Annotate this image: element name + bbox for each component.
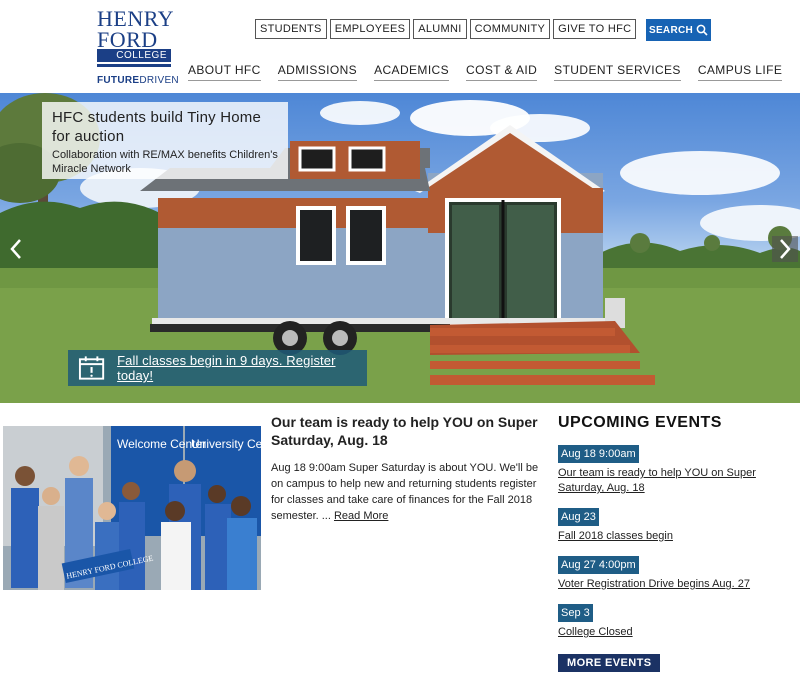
event-date: Aug 23 xyxy=(558,508,599,526)
event-item: Aug 27 4:00pm Voter Registration Drive b… xyxy=(558,553,798,592)
logo-line-college: COLLEGE xyxy=(97,49,171,62)
event-title-link[interactable]: College Closed xyxy=(558,625,798,640)
audience-link-community[interactable]: COMMUNITY xyxy=(469,19,551,39)
event-title-link[interactable]: Fall 2018 classes begin xyxy=(558,529,798,544)
story-text: Aug 18 9:00am Super Saturday is about YO… xyxy=(271,462,539,522)
audience-link-students[interactable]: STUDENTS xyxy=(255,19,327,39)
read-more-link[interactable]: Read More xyxy=(334,510,388,522)
nav-about[interactable]: ABOUT HFC xyxy=(188,63,261,81)
audience-nav: STUDENTS EMPLOYEES ALUMNI COMMUNITY GIVE… xyxy=(255,19,637,39)
event-date: Sep 3 xyxy=(558,604,593,622)
event-date: Aug 18 9:00am xyxy=(558,445,639,463)
hero-prev-button[interactable] xyxy=(3,236,29,262)
event-item: Aug 23 Fall 2018 classes begin xyxy=(558,505,798,544)
search-icon xyxy=(696,24,708,36)
hero-subtitle: Collaboration with RE/MAX benefits Child… xyxy=(52,149,278,175)
event-item: Sep 3 College Closed xyxy=(558,601,798,640)
events-heading: UPCOMING EVENTS xyxy=(558,414,722,431)
main-nav: ABOUT HFC ADMISSIONS ACADEMICS COST & AI… xyxy=(188,63,799,81)
event-item: Aug 18 9:00am Our team is ready to help … xyxy=(558,442,798,496)
audience-link-give[interactable]: GIVE TO HFC xyxy=(553,19,637,39)
chevron-right-icon xyxy=(780,239,791,259)
event-date: Aug 27 4:00pm xyxy=(558,556,639,574)
photo-sign-university: University Center xyxy=(191,437,261,451)
story-body: Aug 18 9:00am Super Saturday is about YO… xyxy=(271,460,546,524)
nav-student-services[interactable]: STUDENT SERVICES xyxy=(554,63,681,81)
search-button[interactable]: SEARCH xyxy=(646,19,711,41)
hero-title[interactable]: HFC students build Tiny Home for auction xyxy=(52,108,278,146)
audience-link-alumni[interactable]: ALUMNI xyxy=(413,19,467,39)
hero-caption[interactable]: HFC students build Tiny Home for auction… xyxy=(42,102,288,179)
upcoming-events: UPCOMING EVENTS Aug 18 9:00am Our team i… xyxy=(558,413,798,672)
logo-line-ford: FORD xyxy=(97,27,158,52)
story-photo[interactable]: Welcome Center University Center HENRY F… xyxy=(3,426,261,590)
hero-slider[interactable]: HFC students build Tiny Home for auction… xyxy=(0,93,800,403)
story-title[interactable]: Our team is ready to help YOU on Super S… xyxy=(271,413,546,449)
audience-link-employees[interactable]: EMPLOYEES xyxy=(329,19,411,39)
search-label: SEARCH xyxy=(648,24,694,36)
featured-story: Our team is ready to help YOU on Super S… xyxy=(271,413,546,524)
alert-link[interactable]: Fall classes begin in 9 days. Register t… xyxy=(117,353,367,383)
hero-next-button[interactable] xyxy=(772,236,798,262)
logo-swoosh xyxy=(97,64,171,67)
event-title-link[interactable]: Voter Registration Drive begins Aug. 27 xyxy=(558,577,798,592)
nav-admissions[interactable]: ADMISSIONS xyxy=(277,63,358,81)
nav-cost-aid[interactable]: COST & AID xyxy=(466,63,538,81)
staff-group-photo: Welcome Center University Center HENRY F… xyxy=(3,426,261,590)
nav-academics[interactable]: ACADEMICS xyxy=(374,63,450,81)
logo-line-henry: HENRY xyxy=(97,6,175,31)
more-events-button[interactable]: MORE EVENTS xyxy=(558,654,661,672)
logo-tagline-bold: FUTURE xyxy=(97,75,140,86)
chevron-left-icon xyxy=(10,239,21,259)
logo-tagline: FUTUREDRIVEN xyxy=(97,75,179,86)
hfc-logo[interactable]: HENRY FORD COLLEGE FUTUREDRIVEN xyxy=(97,6,179,88)
event-title-link[interactable]: Our team is ready to help YOU on Super S… xyxy=(558,466,798,496)
calendar-alert-icon xyxy=(78,356,105,380)
nav-campus-life[interactable]: CAMPUS LIFE xyxy=(697,63,783,81)
logo-tagline-rest: DRIVEN xyxy=(139,75,179,86)
registration-alert[interactable]: Fall classes begin in 9 days. Register t… xyxy=(68,350,367,386)
